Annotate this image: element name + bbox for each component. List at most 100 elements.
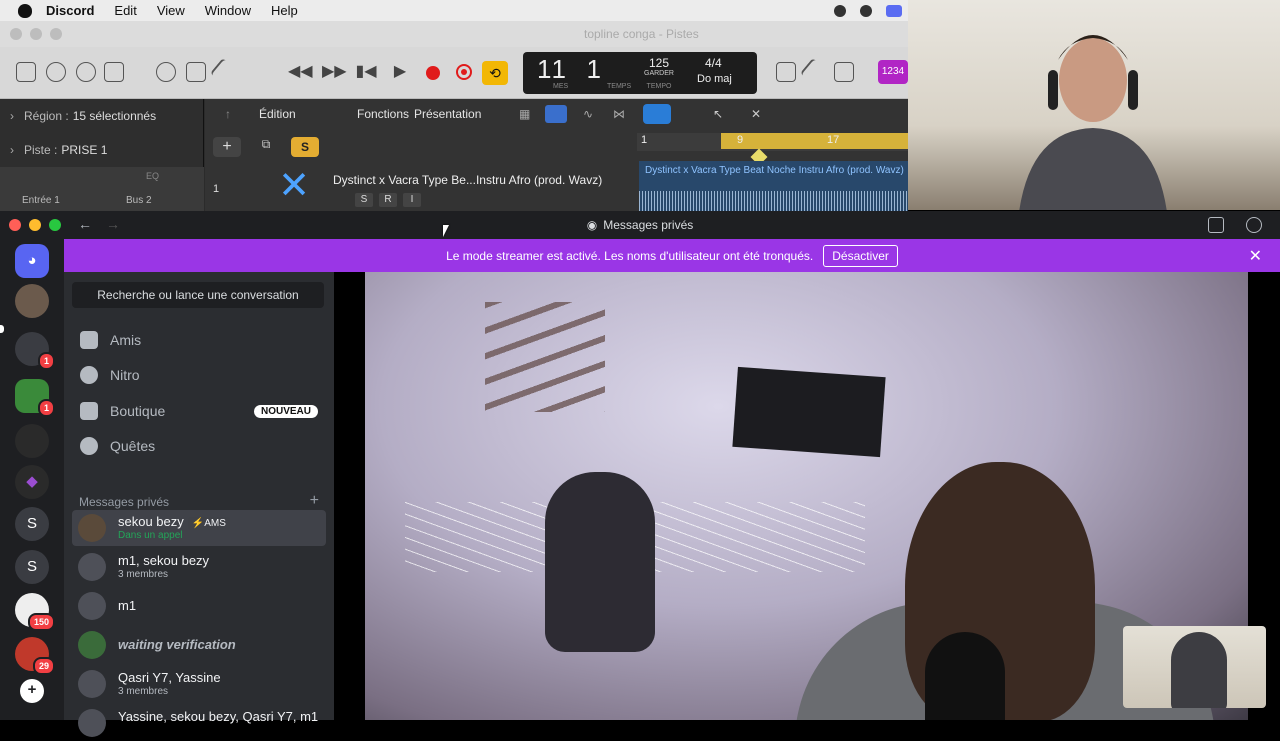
inbox-icon[interactable] (1208, 217, 1224, 233)
eq-label[interactable]: EQ (146, 171, 159, 181)
flex-icon[interactable]: ⋈ (613, 107, 625, 121)
server-list: ◕ 1 1 ◆ S S 150 29 + (0, 239, 64, 720)
mixer-icon[interactable] (186, 62, 206, 82)
channel-strip-mini: EQ Entrée 1 Bus 2 (0, 167, 204, 211)
server-icon[interactable]: 150 (15, 593, 55, 631)
dm-name: m1 (118, 598, 137, 613)
control-center-icon[interactable] (860, 4, 872, 17)
apple-icon[interactable] (18, 3, 32, 18)
logic-window-title: topline conga - Pistes (584, 27, 699, 41)
cycle-region[interactable] (721, 133, 908, 149)
disable-streamer-button[interactable]: Désactiver (823, 244, 898, 267)
track-solo-button[interactable]: S (355, 193, 373, 207)
nav-shop[interactable]: Boutique NOUVEAU (72, 394, 326, 428)
nitro-icon (80, 366, 98, 384)
track-record-button[interactable]: R (379, 193, 397, 207)
dm-item[interactable]: Qasri Y7, Yassine 3 membres (72, 666, 326, 702)
go-to-start-icon[interactable]: ▮◀ (354, 61, 378, 83)
snap-icon[interactable] (643, 104, 671, 124)
grid-icon[interactable]: ▦ (519, 107, 530, 121)
server-icon[interactable]: 1 (15, 332, 55, 370)
track-header: + ⧉ S 1 ✕ Dystinct x Vacra Type Be...Ins… (205, 133, 635, 211)
close-icon[interactable] (9, 219, 21, 231)
help-icon[interactable] (76, 62, 96, 82)
input-label[interactable]: Entrée 1 (22, 195, 60, 206)
rewind-icon[interactable]: ◀◀ (288, 61, 313, 83)
pointer-tool-icon[interactable]: ↖ (713, 107, 723, 121)
ruler[interactable]: 1 9 17 (637, 133, 908, 166)
audio-region[interactable]: Dystinct x Vacra Type Beat Noche Instru … (639, 161, 908, 211)
region-inspector-row[interactable]: › Région :15 sélectionnés (0, 99, 203, 133)
discord-window: ← → ◉ Messages privés Le mode streamer est… (0, 211, 1280, 737)
nav-nitro[interactable]: Nitro (72, 358, 326, 392)
self-video-preview[interactable] (1123, 626, 1266, 708)
catch-icon[interactable]: ↑ (225, 107, 231, 121)
server-icon[interactable]: ◆ (15, 465, 49, 499)
menu-window[interactable]: Window (205, 3, 251, 18)
minimize-icon[interactable] (29, 219, 41, 231)
dm-item[interactable]: sekou bezy ⚡AMS Dans un appel (72, 510, 326, 546)
server-icon[interactable]: S (15, 550, 49, 584)
track-inspector-row[interactable]: › Piste : PRISE 1 (0, 133, 203, 167)
play-icon[interactable]: ▶ (388, 61, 412, 83)
info-icon[interactable] (46, 62, 66, 82)
loop-browser-icon[interactable] (834, 62, 854, 82)
add-dm-button[interactable]: + (310, 492, 319, 510)
replace-record-icon[interactable] (456, 64, 472, 80)
secondary-tool-icon[interactable]: ✕ (751, 107, 761, 121)
search-input[interactable]: Recherche ou lance une conversation (72, 282, 324, 308)
solo-global-button[interactable]: S (291, 137, 319, 157)
note-pad-icon[interactable] (799, 57, 829, 87)
zoom-icon[interactable] (50, 28, 62, 40)
cycle-icon[interactable]: ⟲ (482, 61, 508, 85)
menu-view[interactable]: View (157, 3, 185, 18)
track-name[interactable]: Dystinct x Vacra Type Be...Instru Afro (… (333, 173, 602, 187)
duplicate-track-icon[interactable]: ⧉ (255, 137, 277, 157)
server-icon[interactable]: S (15, 507, 49, 541)
forward-arrow-icon[interactable]: → (106, 216, 120, 232)
dm-item[interactable]: Yassine, sekou bezy, Qasri Y7, m1 (72, 705, 326, 741)
dm-item[interactable]: m1 (72, 588, 326, 624)
library-icon[interactable] (16, 62, 36, 82)
status-icon[interactable] (834, 4, 846, 17)
video-stream[interactable] (365, 272, 1248, 720)
nav-friends[interactable]: Amis (72, 323, 326, 357)
server-icon[interactable]: 1 (15, 379, 55, 417)
smart-controls-icon[interactable] (156, 62, 176, 82)
editor-icon[interactable] (209, 57, 239, 87)
nav-quests[interactable]: Quêtes (72, 429, 326, 463)
bus-label[interactable]: Bus 2 (126, 195, 152, 206)
track-input-button[interactable]: I (403, 193, 421, 207)
menu-edit[interactable]: Edit (114, 3, 136, 18)
lcd-display[interactable]: 11 1 MES TEMPS 125 GARDER TEMPO 4/4 Do m… (523, 52, 757, 94)
close-icon[interactable] (10, 28, 22, 40)
list-view-icon[interactable] (545, 105, 567, 123)
server-icon[interactable] (15, 424, 49, 458)
add-track-button[interactable]: + (213, 137, 241, 157)
discord-window-title: ◉ Messages privés (586, 218, 694, 232)
dm-name: m1, sekou bezy (118, 553, 210, 568)
dm-item[interactable]: waiting verification (72, 627, 326, 663)
help-icon[interactable] (1246, 217, 1262, 233)
dm-item[interactable]: m1, sekou bezy 3 membres (72, 549, 326, 585)
minimize-icon[interactable] (30, 28, 42, 40)
close-icon[interactable]: ✕ (1249, 246, 1262, 266)
record-icon[interactable] (426, 66, 440, 80)
count-in-badge[interactable]: 1234 (878, 60, 908, 84)
menu-app-name[interactable]: Discord (46, 3, 94, 18)
discord-home-icon[interactable]: ◕ (15, 244, 49, 278)
menu-functions[interactable]: Fonctions (357, 107, 409, 121)
menu-presentation[interactable]: Présentation (414, 107, 481, 121)
menu-edition[interactable]: Édition (259, 107, 296, 121)
back-arrow-icon[interactable]: ← (78, 216, 92, 232)
server-icon[interactable]: 29 (15, 637, 55, 675)
toolbar-icon[interactable] (104, 62, 124, 82)
forward-icon[interactable]: ▶▶ (322, 61, 347, 83)
add-server-button[interactable]: + (20, 679, 44, 703)
menu-help[interactable]: Help (271, 3, 298, 18)
screen-share-icon[interactable] (886, 4, 902, 17)
zoom-icon[interactable] (49, 219, 61, 231)
automation-icon[interactable]: ∿ (583, 107, 593, 121)
server-icon[interactable] (15, 284, 49, 318)
list-editor-icon[interactable] (776, 62, 796, 82)
